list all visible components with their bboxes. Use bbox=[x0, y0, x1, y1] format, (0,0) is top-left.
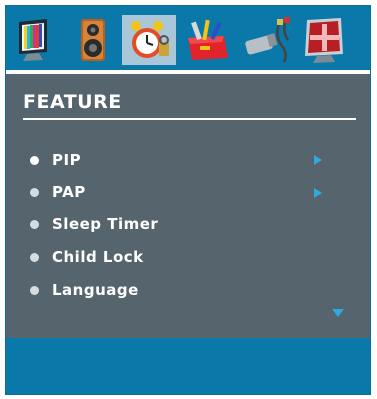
menu-item-label: PAP bbox=[52, 183, 86, 201]
bullet-icon bbox=[30, 187, 39, 197]
pc-position-icon bbox=[305, 18, 343, 63]
footer-bar bbox=[6, 338, 370, 394]
install-icon bbox=[188, 19, 228, 60]
menu-item-pip[interactable]: PIP bbox=[30, 149, 81, 171]
scroll-down-arrow-icon[interactable] bbox=[332, 309, 344, 317]
feature-icon bbox=[131, 21, 169, 58]
title-underline bbox=[23, 118, 356, 120]
menu-item-sleep-timer[interactable]: Sleep Timer bbox=[30, 213, 158, 235]
tab-picture[interactable] bbox=[10, 15, 64, 65]
submenu-arrow-icon[interactable] bbox=[314, 155, 322, 165]
menu-item-label: Sleep Timer bbox=[52, 215, 159, 233]
submenu-arrow-icon[interactable] bbox=[314, 188, 322, 198]
menu-item-label: Language bbox=[52, 281, 139, 299]
menu-item-pap[interactable]: PAP bbox=[30, 181, 86, 203]
tab-sound[interactable] bbox=[66, 15, 120, 65]
menu-item-label: Child Lock bbox=[52, 248, 144, 266]
bullet-icon bbox=[30, 285, 39, 295]
menu-item-language[interactable]: Language bbox=[30, 279, 139, 301]
menu-item-child-lock[interactable]: Child Lock bbox=[30, 246, 144, 268]
bullet-icon bbox=[30, 252, 39, 262]
source-icon bbox=[245, 17, 290, 63]
sound-icon bbox=[81, 19, 105, 61]
tab-pc-position[interactable] bbox=[298, 15, 352, 65]
menu-icon-bar bbox=[6, 6, 370, 74]
tab-feature[interactable] bbox=[122, 15, 176, 65]
tab-source[interactable] bbox=[241, 15, 295, 65]
bullet-icon bbox=[30, 155, 39, 165]
osd-menu-window: FEATURE PIP PAP Sleep Timer Child Lock L… bbox=[5, 5, 371, 395]
feature-menu-panel: FEATURE PIP PAP Sleep Timer Child Lock L… bbox=[6, 74, 370, 338]
tab-install[interactable] bbox=[181, 15, 235, 65]
menu-item-label: PIP bbox=[52, 151, 82, 169]
picture-icon bbox=[19, 19, 47, 61]
bullet-icon bbox=[30, 219, 39, 229]
menu-title: FEATURE bbox=[23, 91, 122, 113]
